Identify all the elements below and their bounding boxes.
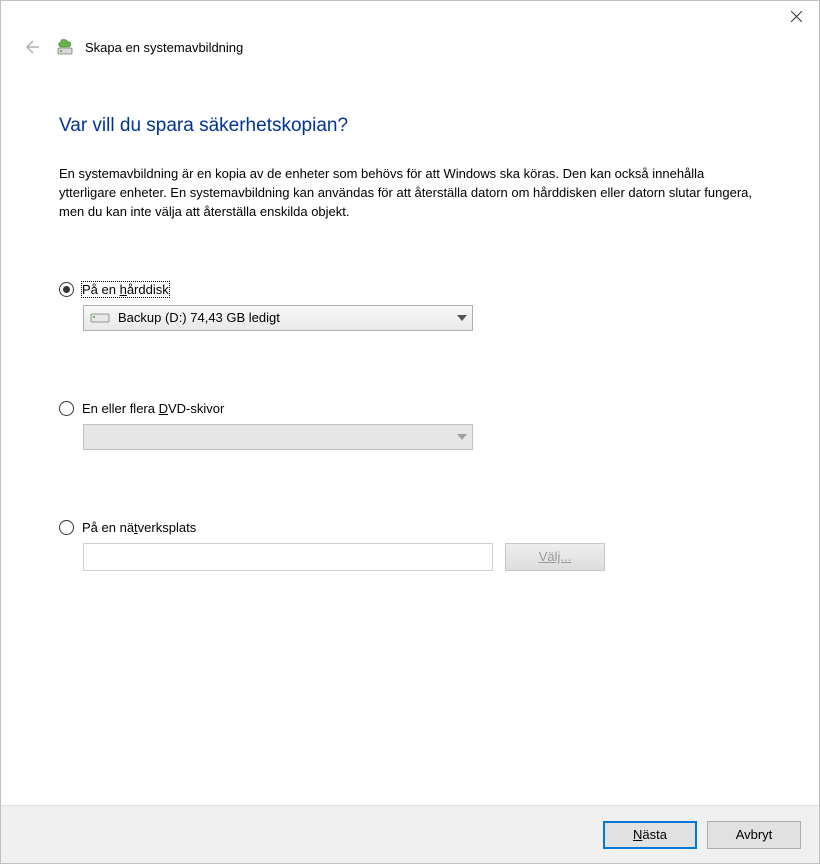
radio-dvd-label: En eller flera DVD-skivor <box>82 401 224 416</box>
close-button[interactable] <box>773 1 819 31</box>
app-title: Skapa en systemavbildning <box>85 40 243 55</box>
harddisk-dropdown[interactable]: Backup (D:) 74,43 GB ledigt <box>83 305 473 331</box>
dvd-dropdown <box>83 424 473 450</box>
harddisk-dropdown-value: Backup (D:) 74,43 GB ledigt <box>116 310 452 325</box>
radio-network-row[interactable]: På en nätverksplats <box>59 520 761 535</box>
chevron-down-icon <box>452 315 472 321</box>
page-heading: Var vill du spara säkerhetskopian? <box>59 115 761 137</box>
option-harddisk: På en hårddisk Backup (D:) 74,43 GB ledi… <box>59 282 761 331</box>
close-icon <box>791 11 802 22</box>
radio-harddisk[interactable] <box>59 282 74 297</box>
radio-harddisk-label: På en hårddisk <box>82 282 169 297</box>
back-button[interactable] <box>19 35 43 59</box>
radio-harddisk-row[interactable]: På en hårddisk <box>59 282 761 297</box>
radio-network[interactable] <box>59 520 74 535</box>
option-dvd: En eller flera DVD-skivor <box>59 401 761 450</box>
back-arrow-icon <box>22 38 40 56</box>
footer: Nästa Avbryt <box>1 805 819 863</box>
browse-button: Välj... <box>505 543 605 571</box>
radio-dvd[interactable] <box>59 401 74 416</box>
radio-dvd-row[interactable]: En eller flera DVD-skivor <box>59 401 761 416</box>
system-image-icon <box>57 38 75 56</box>
network-path-input <box>83 543 493 571</box>
page-description: En systemavbildning är en kopia av de en… <box>59 165 759 222</box>
wizard-window: Skapa en systemavbildning Var vill du sp… <box>0 0 820 864</box>
next-button[interactable]: Nästa <box>603 821 697 849</box>
content-area: Var vill du spara säkerhetskopian? En sy… <box>1 67 819 805</box>
cancel-button[interactable]: Avbryt <box>707 821 801 849</box>
harddisk-icon <box>90 311 110 325</box>
network-path-row: Välj... <box>83 543 761 571</box>
header-row: Skapa en systemavbildning <box>1 35 819 67</box>
radio-network-label: På en nätverksplats <box>82 520 196 535</box>
option-network: På en nätverksplats Välj... <box>59 520 761 571</box>
chevron-down-icon <box>452 434 472 440</box>
titlebar <box>1 1 819 35</box>
